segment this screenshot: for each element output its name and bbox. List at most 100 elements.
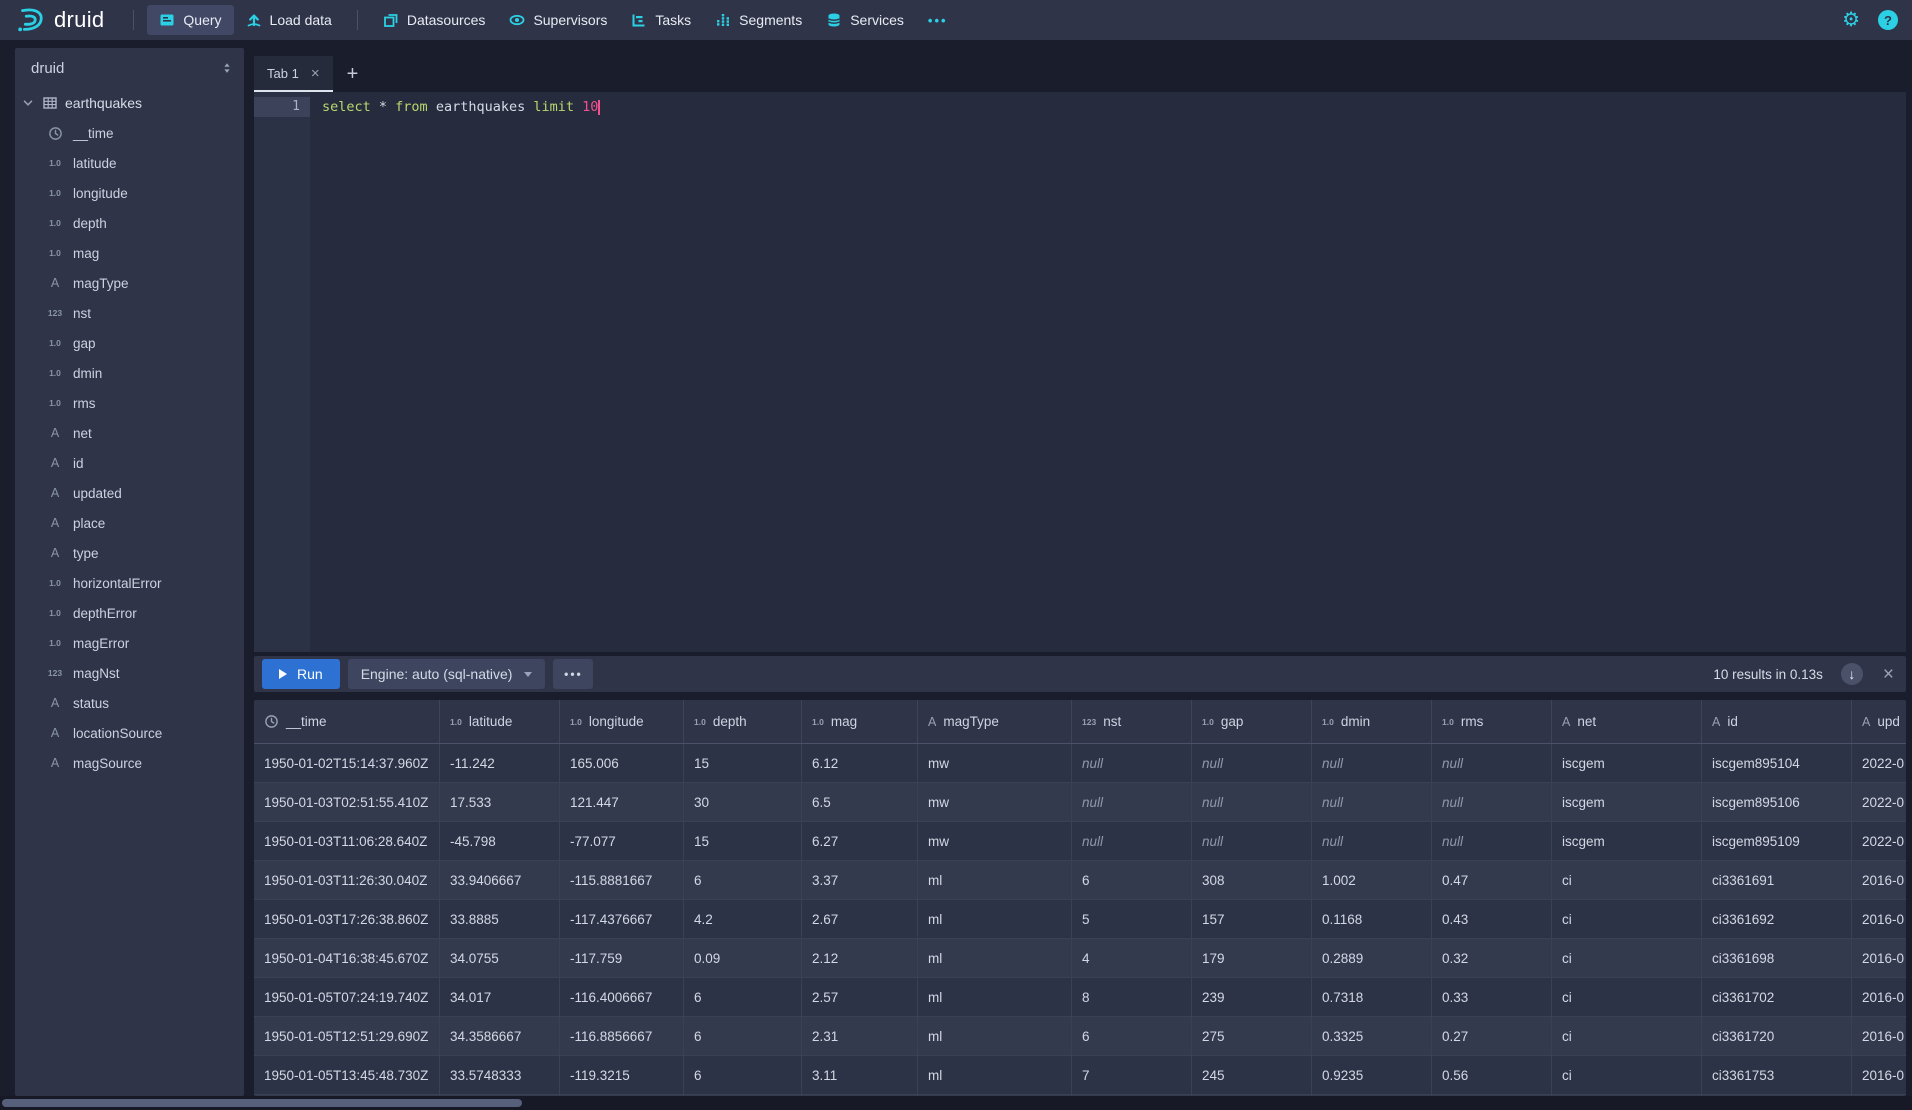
close-results-icon[interactable]: × (1883, 665, 1894, 684)
table-cell[interactable]: 0.47 (1432, 861, 1552, 900)
column-header[interactable]: Aid (1702, 700, 1852, 743)
table-cell[interactable]: 121.447 (560, 783, 684, 822)
table-cell[interactable]: null (1072, 822, 1192, 861)
column-header[interactable]: 1.0longitude (560, 700, 684, 743)
table-cell[interactable]: 6 (1072, 861, 1192, 900)
table-cell[interactable]: null (1192, 744, 1312, 783)
table-cell[interactable]: ci (1552, 1056, 1702, 1095)
table-cell[interactable]: 3.11 (802, 1056, 918, 1095)
column-header[interactable]: 1.0rms (1432, 700, 1552, 743)
table-cell[interactable]: 1950-01-05T12:51:29.690Z (254, 1017, 440, 1056)
table-cell[interactable]: null (1312, 822, 1432, 861)
table-cell[interactable]: 6 (684, 861, 802, 900)
table-cell[interactable]: 2.12 (802, 939, 918, 978)
column-header[interactable]: 1.0latitude (440, 700, 560, 743)
table-cell[interactable]: ci3361691 (1702, 861, 1852, 900)
table-cell[interactable]: 0.09 (684, 939, 802, 978)
table-cell[interactable]: ml (918, 978, 1072, 1017)
table-cell[interactable]: mw (918, 744, 1072, 783)
column-header[interactable]: 1.0dmin (1312, 700, 1432, 743)
table-cell[interactable]: null (1432, 822, 1552, 861)
table-cell[interactable]: 0.32 (1432, 939, 1552, 978)
table-cell[interactable]: null (1192, 822, 1312, 861)
table-cell[interactable]: 1950-01-03T02:51:55.410Z (254, 783, 440, 822)
table-cell[interactable]: ml (918, 1056, 1072, 1095)
sidebar-column-item[interactable]: 1.0 depth (15, 208, 244, 238)
table-cell[interactable]: iscgem895109 (1702, 822, 1852, 861)
table-cell[interactable]: 6.12 (802, 744, 918, 783)
sidebar-column-item[interactable]: 1.0 dmin (15, 358, 244, 388)
table-cell[interactable]: 6 (684, 978, 802, 1017)
sidebar-column-item[interactable]: A net (15, 418, 244, 448)
run-button[interactable]: Run (262, 659, 340, 689)
table-cell[interactable]: ci (1552, 861, 1702, 900)
column-header[interactable]: Anet (1552, 700, 1702, 743)
table-cell[interactable]: ci3361720 (1702, 1017, 1852, 1056)
sidebar-column-item[interactable]: A id (15, 448, 244, 478)
table-cell[interactable]: 179 (1192, 939, 1312, 978)
sidebar-column-item[interactable]: A locationSource (15, 718, 244, 748)
sidebar-column-item[interactable]: A magType (15, 268, 244, 298)
table-cell[interactable]: 6 (1072, 1017, 1192, 1056)
table-cell[interactable]: iscgem895104 (1702, 744, 1852, 783)
sidebar-column-item[interactable]: 1.0 horizontalError (15, 568, 244, 598)
sort-icon[interactable] (220, 60, 234, 76)
table-cell[interactable]: 0.43 (1432, 900, 1552, 939)
table-cell[interactable]: null (1432, 744, 1552, 783)
table-cell[interactable]: null (1312, 783, 1432, 822)
nav-item-more[interactable]: ••• (916, 5, 960, 35)
table-cell[interactable]: -45.798 (440, 822, 560, 861)
sidebar-column-item[interactable]: A status (15, 688, 244, 718)
sidebar-column-item[interactable]: 1.0 depthError (15, 598, 244, 628)
table-cell[interactable]: ci (1552, 939, 1702, 978)
table-cell[interactable]: null (1072, 783, 1192, 822)
table-cell[interactable]: null (1312, 744, 1432, 783)
table-cell[interactable]: 2016-0 (1852, 1056, 1906, 1095)
table-cell[interactable]: ci3361702 (1702, 978, 1852, 1017)
sidebar-column-item[interactable]: 1.0 rms (15, 388, 244, 418)
sidebar-column-item[interactable]: A magSource (15, 748, 244, 778)
nav-item-services[interactable]: Services (814, 5, 916, 35)
scrollbar-thumb[interactable] (2, 1099, 522, 1107)
tab-1[interactable]: Tab 1 × (254, 56, 333, 92)
table-cell[interactable]: 3.37 (802, 861, 918, 900)
table-cell[interactable]: 157 (1192, 900, 1312, 939)
gear-icon[interactable]: ⚙ (1842, 10, 1860, 30)
table-cell[interactable]: 6 (684, 1017, 802, 1056)
table-cell[interactable]: 0.3325 (1312, 1017, 1432, 1056)
table-cell[interactable]: 2022-0 (1852, 744, 1906, 783)
sidebar-item-time[interactable]: __time (15, 118, 244, 148)
query-more-button[interactable]: ••• (553, 659, 593, 689)
column-header[interactable]: 1.0mag (802, 700, 918, 743)
table-cell[interactable]: 2016-0 (1852, 939, 1906, 978)
table-cell[interactable]: ci (1552, 1017, 1702, 1056)
table-cell[interactable]: -116.4006667 (560, 978, 684, 1017)
table-cell[interactable]: 1950-01-03T17:26:38.860Z (254, 900, 440, 939)
download-icon[interactable]: ↓ (1841, 663, 1863, 685)
table-cell[interactable]: iscgem895106 (1702, 783, 1852, 822)
table-cell[interactable]: 2016-0 (1852, 1017, 1906, 1056)
column-header-time[interactable]: __time (254, 700, 440, 743)
table-cell[interactable]: 33.8885 (440, 900, 560, 939)
table-cell[interactable]: ml (918, 900, 1072, 939)
sidebar-column-item[interactable]: 1.0 latitude (15, 148, 244, 178)
table-cell[interactable]: 5 (1072, 900, 1192, 939)
sidebar-column-item[interactable]: 1.0 longitude (15, 178, 244, 208)
table-cell[interactable]: ci3361692 (1702, 900, 1852, 939)
table-cell[interactable]: iscgem (1552, 744, 1702, 783)
table-cell[interactable]: 2022-0 (1852, 783, 1906, 822)
table-cell[interactable]: iscgem (1552, 783, 1702, 822)
table-cell[interactable]: 30 (684, 783, 802, 822)
editor-code-line[interactable]: select * from earthquakes limit 10 (310, 92, 600, 652)
table-cell[interactable]: 165.006 (560, 744, 684, 783)
table-cell[interactable]: 6 (684, 1056, 802, 1095)
table-cell[interactable]: -11.242 (440, 744, 560, 783)
table-cell[interactable]: -115.8881667 (560, 861, 684, 900)
table-cell[interactable]: 6.5 (802, 783, 918, 822)
table-cell[interactable]: 2.57 (802, 978, 918, 1017)
engine-select[interactable]: Engine: auto (sql-native) (348, 659, 546, 689)
table-cell[interactable]: 34.017 (440, 978, 560, 1017)
table-cell[interactable]: 2016-0 (1852, 978, 1906, 1017)
nav-item-segments[interactable]: Segments (703, 5, 814, 35)
table-cell[interactable]: -119.3215 (560, 1056, 684, 1095)
